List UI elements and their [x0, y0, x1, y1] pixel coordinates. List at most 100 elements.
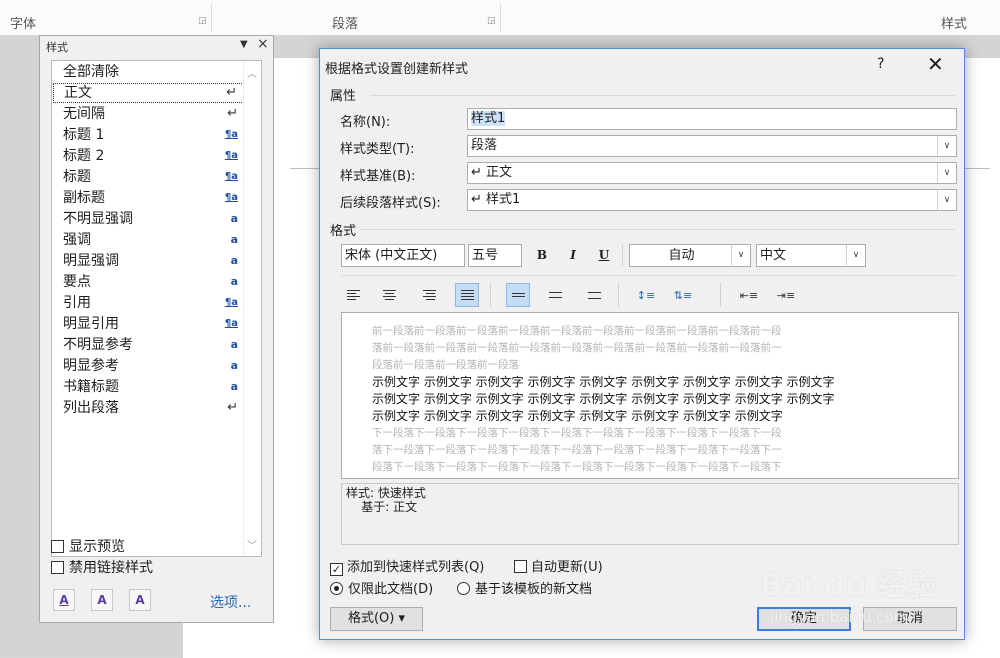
ribbon-group-font-label: 字体 — [10, 17, 37, 32]
style-item-subtle-reference[interactable]: 不明显参考 a — [53, 335, 244, 355]
font-size-value: 五号 — [472, 248, 499, 263]
italic-button[interactable]: I — [562, 244, 584, 266]
style-item-intense-reference[interactable]: 明显参考 a — [53, 356, 244, 376]
style-list[interactable]: 全部清除 正文 ↵ 无间隔 ↵ 标题 1 ¶a 标题 2 ¶a 标题 ¶a 副标题 ¶a 不… — [51, 60, 262, 557]
font-dialog-launcher-icon[interactable]: ◲ — [198, 16, 207, 26]
chevron-down-icon[interactable]: ∨ — [937, 163, 956, 183]
style-item-clear-all[interactable]: 全部清除 — [53, 62, 244, 82]
linked-style-icon: ¶a — [224, 150, 238, 161]
style-item-label: 正文 — [64, 85, 92, 101]
bold-button[interactable]: B — [531, 244, 553, 266]
scroll-up-icon[interactable]: ︿ — [247, 65, 257, 80]
font-size-select[interactable]: 五号 — [468, 244, 522, 267]
chevron-down-icon[interactable]: ∨ — [937, 136, 956, 156]
ribbon-separator — [500, 4, 501, 32]
style-item-label: 书籍标题 — [63, 379, 119, 395]
ribbon-group-styles-label: 样式 — [941, 17, 968, 32]
manage-styles-icon[interactable]: A — [129, 589, 151, 611]
single-spacing-icon[interactable] — [506, 283, 530, 307]
align-left-icon[interactable] — [341, 283, 365, 307]
preview-previous-line: 落前一段落前一段落前一段落前一段落前一段落前一段落前一段落前一段落前一段落前一 — [372, 342, 782, 354]
style-item-title[interactable]: 标题 ¶a — [53, 167, 244, 187]
name-label: 名称(N): — [340, 115, 391, 130]
pane-menu-dropdown-icon[interactable]: ▼ — [240, 39, 248, 50]
section-divider — [370, 95, 955, 96]
style-inspector-icon[interactable]: A — [91, 589, 113, 611]
double-spacing-icon[interactable] — [582, 283, 606, 307]
decrease-indent-icon[interactable]: ⇤≡ — [737, 283, 761, 307]
style-item-subtitle[interactable]: 副标题 ¶a — [53, 188, 244, 208]
disable-linked-styles-checkbox[interactable]: 禁用链接样式 — [51, 557, 153, 577]
options-link[interactable]: 选项... — [210, 592, 251, 612]
preview-previous-line: 段落前一段落前一段落前一段落 — [372, 359, 519, 371]
chevron-down-icon[interactable]: ∨ — [937, 190, 956, 210]
style-item-quote[interactable]: 引用 ¶a — [53, 293, 244, 313]
increase-indent-icon[interactable]: ⇥≡ — [774, 283, 798, 307]
align-center-icon[interactable] — [377, 283, 401, 307]
show-preview-checkbox[interactable]: 显示预览 — [51, 536, 125, 556]
style-item-emphasis[interactable]: 强调 a — [53, 230, 244, 250]
linked-style-icon: ¶a — [224, 297, 238, 308]
style-item-normal[interactable]: 正文 ↵ — [53, 83, 244, 103]
auto-update-checkbox[interactable]: 自动更新(U) — [514, 556, 603, 575]
add-to-quick-styles-checkbox[interactable]: ✓ 添加到快速样式列表(Q) — [330, 556, 484, 576]
pane-close-icon[interactable]: × — [257, 36, 269, 52]
checkbox-box[interactable] — [514, 560, 527, 573]
style-type-label: 样式类型(T): — [340, 142, 415, 157]
decrease-spacing-icon[interactable]: ⇅≡ — [671, 283, 695, 307]
new-style-icon[interactable]: A — [53, 589, 75, 611]
linked-style-icon: ¶a — [224, 192, 238, 203]
font-select[interactable]: 宋体 (中文正文) — [341, 244, 465, 267]
character-style-icon: a — [230, 254, 238, 267]
style-item-list-paragraph[interactable]: 列出段落 ↵ — [53, 398, 244, 418]
language-select[interactable]: 中文 ∨ — [756, 244, 866, 267]
character-style-icon: a — [230, 233, 238, 246]
toolbar-separator — [720, 283, 721, 307]
new-documents-radio[interactable]: 基于该模板的新文档 — [457, 578, 592, 597]
checkbox-box[interactable] — [51, 540, 64, 553]
chevron-down-icon[interactable]: ∨ — [731, 245, 750, 265]
only-this-document-radio[interactable]: 仅限此文档(D) — [330, 578, 433, 597]
toolbar-separator — [622, 244, 623, 266]
radio-selected-icon[interactable] — [330, 582, 343, 595]
style-type-select[interactable]: 段落 ∨ — [467, 135, 957, 157]
style-list-scrollbar[interactable]: ︿ ﹀ — [243, 61, 261, 556]
based-on-select[interactable]: ↵ 正文 ∨ — [467, 162, 957, 184]
style-item-label: 标题 2 — [63, 148, 105, 164]
format-menu-button[interactable]: 格式(O) ▾ — [330, 607, 423, 631]
checkbox-checked-icon[interactable]: ✓ — [330, 563, 343, 576]
help-icon[interactable]: ? — [877, 56, 884, 72]
chevron-down-icon[interactable]: ∨ — [846, 245, 865, 265]
style-item-intense-quote[interactable]: 明显引用 ¶a — [53, 314, 244, 334]
align-right-icon[interactable] — [417, 283, 441, 307]
paragraph-style-icon: ↵ — [227, 106, 238, 121]
underline-button[interactable]: U — [593, 244, 615, 266]
scroll-down-icon[interactable]: ﹀ — [247, 537, 257, 552]
font-value: 宋体 (中文正文) — [345, 248, 438, 263]
watermark-logo: Bai du 经验 — [760, 568, 938, 603]
style-item-label: 全部清除 — [63, 64, 119, 80]
font-color-select[interactable]: 自动 ∨ — [629, 244, 751, 267]
one-half-spacing-icon[interactable] — [543, 283, 567, 307]
checkbox-box[interactable] — [51, 561, 64, 574]
style-item-label: 要点 — [63, 274, 91, 290]
style-item-label: 强调 — [63, 232, 91, 248]
style-preview: 前一段落前一段落前一段落前一段落前一段落前一段落前一段落前一段落前一段落前一段 … — [341, 312, 959, 479]
style-item-label: 标题 1 — [63, 127, 105, 143]
justify-icon[interactable] — [455, 283, 479, 307]
radio-icon[interactable] — [457, 582, 470, 595]
style-item-strong[interactable]: 要点 a — [53, 272, 244, 292]
increase-spacing-icon[interactable]: ↕≡ — [634, 283, 658, 307]
style-item-book-title[interactable]: 书籍标题 a — [53, 377, 244, 397]
style-item-no-spacing[interactable]: 无间隔 ↵ — [53, 104, 244, 124]
paragraph-dialog-launcher-icon[interactable]: ◲ — [487, 16, 496, 26]
name-input[interactable]: 样式1 — [467, 108, 957, 130]
close-icon[interactable]: ✕ — [927, 52, 944, 76]
style-item-subtle-emphasis[interactable]: 不明显强调 a — [53, 209, 244, 229]
style-item-heading-1[interactable]: 标题 1 ¶a — [53, 125, 244, 145]
style-type-value: 段落 — [471, 138, 498, 153]
next-style-select[interactable]: ↵ 样式1 ∨ — [467, 189, 957, 211]
style-item-intense-emphasis[interactable]: 明显强调 a — [53, 251, 244, 271]
style-item-heading-2[interactable]: 标题 2 ¶a — [53, 146, 244, 166]
dialog-title: 根据格式设置创建新样式 — [325, 62, 469, 77]
